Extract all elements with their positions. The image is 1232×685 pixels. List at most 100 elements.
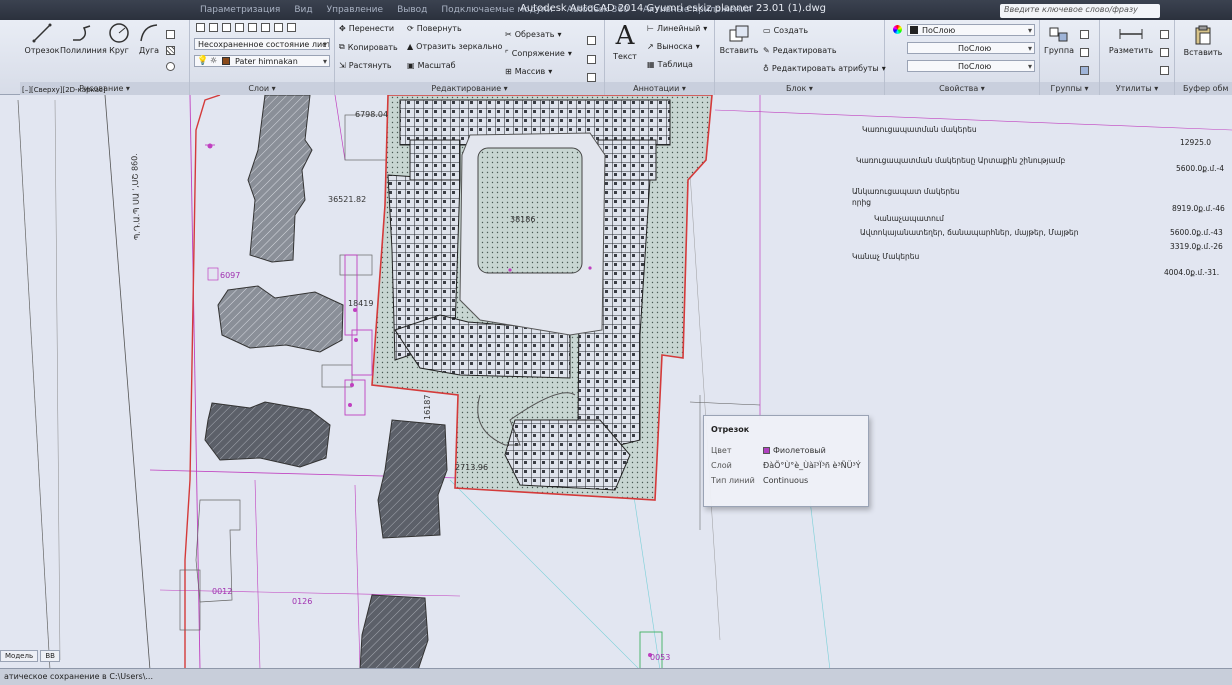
layer-off-icon[interactable]	[248, 23, 257, 32]
clipboard-panel-title[interactable]: Буфер обм	[1175, 82, 1232, 95]
ellipse-icon[interactable]	[166, 56, 175, 75]
layer-tools	[196, 23, 296, 32]
dimension-0012: 0012	[212, 587, 232, 596]
table-label: Таблица	[657, 60, 693, 69]
title-bar: Параметризация Вид Управление Вывод Подк…	[0, 0, 1232, 20]
paste-button[interactable]: Вставить	[1179, 24, 1227, 57]
modify-panel: ✥ Перенести ⟳ Повернуть ✂ Обрезать ▾ ⧉ Копиро…	[335, 20, 605, 95]
edit-block-icon: ✎	[763, 46, 770, 55]
mirror-label: Отразить зеркально	[416, 42, 503, 51]
menu-view[interactable]: Вид	[294, 5, 312, 15]
fillet-button[interactable]: ⌜ Сопряжение ▾	[505, 49, 572, 58]
menu-parametric[interactable]: Параметризация	[200, 5, 280, 15]
scale-icon: ▣	[407, 61, 415, 70]
linear-dimension-button[interactable]: ⊢ Линейный ▾	[647, 24, 707, 33]
tooltip-color-key: Цвет	[711, 446, 732, 455]
group-edit-icon[interactable]	[1080, 42, 1089, 61]
match-properties-icon[interactable]	[893, 25, 902, 34]
arc-button[interactable]: Дуга	[134, 22, 164, 55]
stretch-icon: ⇲	[339, 61, 346, 70]
linetype-value: ПоСлою	[958, 44, 992, 53]
layer-match-icon[interactable]	[261, 23, 270, 32]
area-table-label: Կառուցապատման մակերեսը Արտաքին շինությամ…	[856, 156, 1066, 165]
polyline-label: Полилиния	[60, 46, 107, 55]
fillet-icon: ⌜	[505, 49, 509, 58]
text-button[interactable]: A Текст	[609, 22, 641, 61]
leader-button[interactable]: ↗ Выноска ▾	[647, 42, 700, 51]
scale-button[interactable]: ▣ Масштаб	[407, 61, 456, 70]
trim-icon: ✂	[505, 30, 512, 39]
tab-sheet[interactable]: ВВ	[40, 650, 60, 662]
menu-manage[interactable]: Управление	[327, 5, 383, 15]
line-button[interactable]: Отрезок	[24, 22, 60, 55]
annotation-panel-title[interactable]: Аннотации ▾	[605, 82, 714, 95]
area-table-label: որից	[852, 198, 872, 207]
color-value: ПоСлою	[922, 26, 956, 35]
menu-output[interactable]: Вывод	[397, 5, 427, 15]
layer-color-icon	[222, 57, 230, 65]
lineweight-select[interactable]: ПоСлою	[907, 60, 1035, 72]
area-table-label: Կառուցապատման մակերես	[862, 125, 977, 134]
area-table-value: 12925.0	[1180, 138, 1212, 147]
layout-tabs: Модель ВВ	[0, 650, 150, 664]
mirror-button[interactable]: ▲ Отразить зеркально	[407, 42, 502, 51]
edit-attributes-button[interactable]: ♁ Редактировать атрибуты ▾	[763, 64, 886, 73]
linetype-select[interactable]: ПоСлою	[907, 42, 1035, 54]
area-table-value: 5600.0ք.մ.-4	[1176, 164, 1225, 173]
modify-panel-title[interactable]: Редактирование ▾	[335, 82, 604, 95]
groups-panel: Группа Группы ▾	[1040, 20, 1100, 95]
leader-icon: ↗	[647, 42, 654, 51]
layer-state-select[interactable]: Несохраненное состояние листа	[194, 38, 330, 50]
layers-panel-title[interactable]: Слои ▾	[190, 82, 334, 95]
erase-icon[interactable]	[587, 30, 596, 49]
table-button[interactable]: ▦ Таблица	[647, 60, 693, 69]
trim-button[interactable]: ✂ Обрезать ▾	[505, 30, 561, 39]
fillet-dropdown-icon: ▾	[567, 49, 572, 58]
layer-properties-icon[interactable]	[196, 23, 205, 32]
dimension-0126: 0126	[292, 597, 312, 606]
search-input[interactable]: Введите ключевое слово/фразу	[1000, 4, 1160, 18]
layer-lock-icon[interactable]	[222, 23, 231, 32]
circle-button[interactable]: Круг	[104, 22, 134, 55]
area-table-value: 3319.0ք.մ.-26	[1170, 242, 1223, 251]
layer-isolate-icon[interactable]	[235, 23, 244, 32]
edit-block-button[interactable]: ✎ Редактировать	[763, 46, 837, 55]
color-select[interactable]: ПоСлою	[907, 24, 1035, 36]
measure-button[interactable]: Разметить	[1106, 24, 1156, 55]
group-select-icon[interactable]	[1080, 60, 1089, 79]
stretch-button[interactable]: ⇲ Растянуть	[339, 61, 392, 70]
tooltip-linetype-key: Тип линий	[711, 476, 755, 485]
area-table-label: Կանաչապատում	[874, 214, 944, 223]
ungroup-icon[interactable]	[1080, 24, 1089, 43]
object-tooltip: Отрезок Цвет Фиолетовый Слой ÐàÕ°Ù°è_Ùàï…	[703, 415, 869, 507]
group-button[interactable]: Группа	[1042, 24, 1076, 55]
tab-model[interactable]: Модель	[0, 650, 39, 662]
array-button[interactable]: ⊞ Массив ▾	[505, 67, 552, 76]
dimension-2713: 2713.96	[455, 463, 488, 472]
dimension-36521: 36521.82	[328, 195, 366, 204]
move-button[interactable]: ✥ Перенести	[339, 24, 394, 33]
insert-block-button[interactable]: Вставить	[719, 24, 759, 55]
block-panel-title[interactable]: Блок ▾	[715, 82, 884, 95]
rotate-button[interactable]: ⟳ Повернуть	[407, 24, 462, 33]
id-point-icon[interactable]	[1160, 60, 1169, 79]
properties-panel-title[interactable]: Свойства ▾	[885, 82, 1039, 95]
utilities-panel-title[interactable]: Утилиты ▾	[1100, 82, 1174, 95]
lightbulb-icon: 💡	[197, 56, 209, 66]
copy-button[interactable]: ⧉ Копировать	[339, 42, 398, 52]
layer-walk-icon[interactable]	[274, 23, 283, 32]
quick-select-icon[interactable]	[1160, 24, 1169, 43]
polyline-button[interactable]: Полилиния	[60, 22, 107, 55]
trim-dropdown-icon: ▾	[557, 30, 562, 39]
viewport-label[interactable]: [–][Сверху][2D-каркас]	[22, 86, 106, 94]
site-plan-drawing[interactable]: Պ.Դ.Ա.Պ ՍԱ ՙ,ՍՇ 860. 6798.04 36521.82 38…	[0, 95, 1232, 670]
command-line[interactable]: атическое сохранение в C:\Users\...	[0, 668, 1232, 685]
calculator-icon[interactable]	[1160, 42, 1169, 61]
layer-freeze-icon[interactable]	[209, 23, 218, 32]
groups-panel-title[interactable]: Группы ▾	[1040, 82, 1099, 95]
explode-icon[interactable]	[587, 49, 596, 68]
properties-panel: ПоСлою ПоСлою ПоСлою Свойства ▾	[885, 20, 1040, 95]
drawing-canvas[interactable]: Պ.Դ.Ա.Պ ՍԱ ՙ,ՍՇ 860. 6798.04 36521.82 38…	[0, 86, 1232, 670]
create-block-button[interactable]: ▭ Создать	[763, 26, 808, 35]
layer-merge-icon[interactable]	[287, 23, 296, 32]
